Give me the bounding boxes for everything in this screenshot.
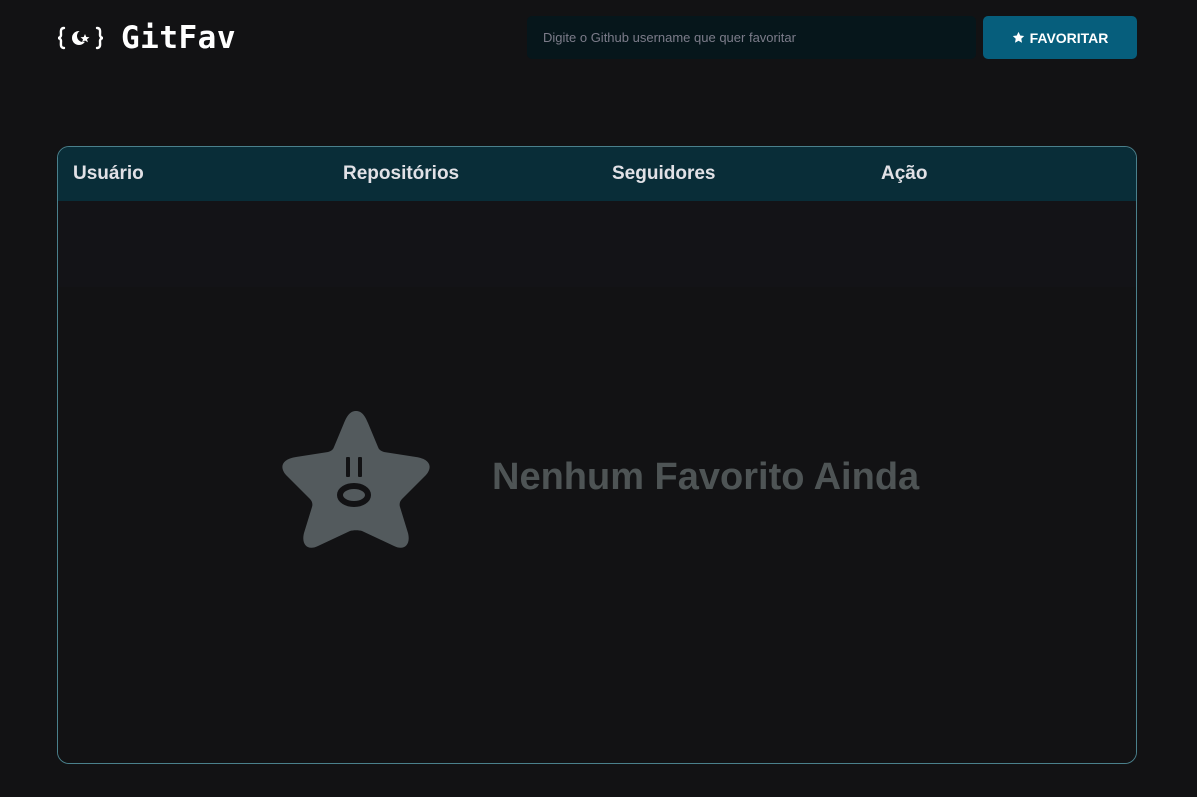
- username-search-input[interactable]: [527, 16, 976, 59]
- table-row-band: [58, 201, 1136, 287]
- empty-state-message: Nenhum Favorito Ainda: [492, 455, 920, 498]
- table-body: Nenhum Favorito Ainda: [58, 201, 1136, 763]
- favorite-button[interactable]: FAVORITAR: [983, 16, 1137, 59]
- column-header-repositories: Repositórios: [343, 163, 460, 184]
- favorite-button-label: FAVORITAR: [1029, 29, 1109, 46]
- table-header: Usuário Repositórios Seguidores Ação: [58, 147, 1136, 201]
- logo: GitFav: [57, 20, 236, 56]
- brackets-star-icon: [57, 26, 104, 50]
- column-header-followers: Seguidores: [612, 163, 716, 184]
- app-title: GitFav: [121, 20, 236, 56]
- star-icon: [1012, 31, 1024, 43]
- column-header-action: Ação: [881, 163, 928, 184]
- empty-state: Nenhum Favorito Ainda: [280, 405, 919, 549]
- surprised-star-icon: [280, 405, 432, 549]
- app-root: GitFav FAVORITAR Usuário Repositórios Se…: [0, 0, 1197, 797]
- favorites-table: Usuário Repositórios Seguidores Ação Nen…: [57, 146, 1137, 764]
- logo-mark-icon: [57, 25, 107, 51]
- column-header-user: Usuário: [73, 163, 144, 184]
